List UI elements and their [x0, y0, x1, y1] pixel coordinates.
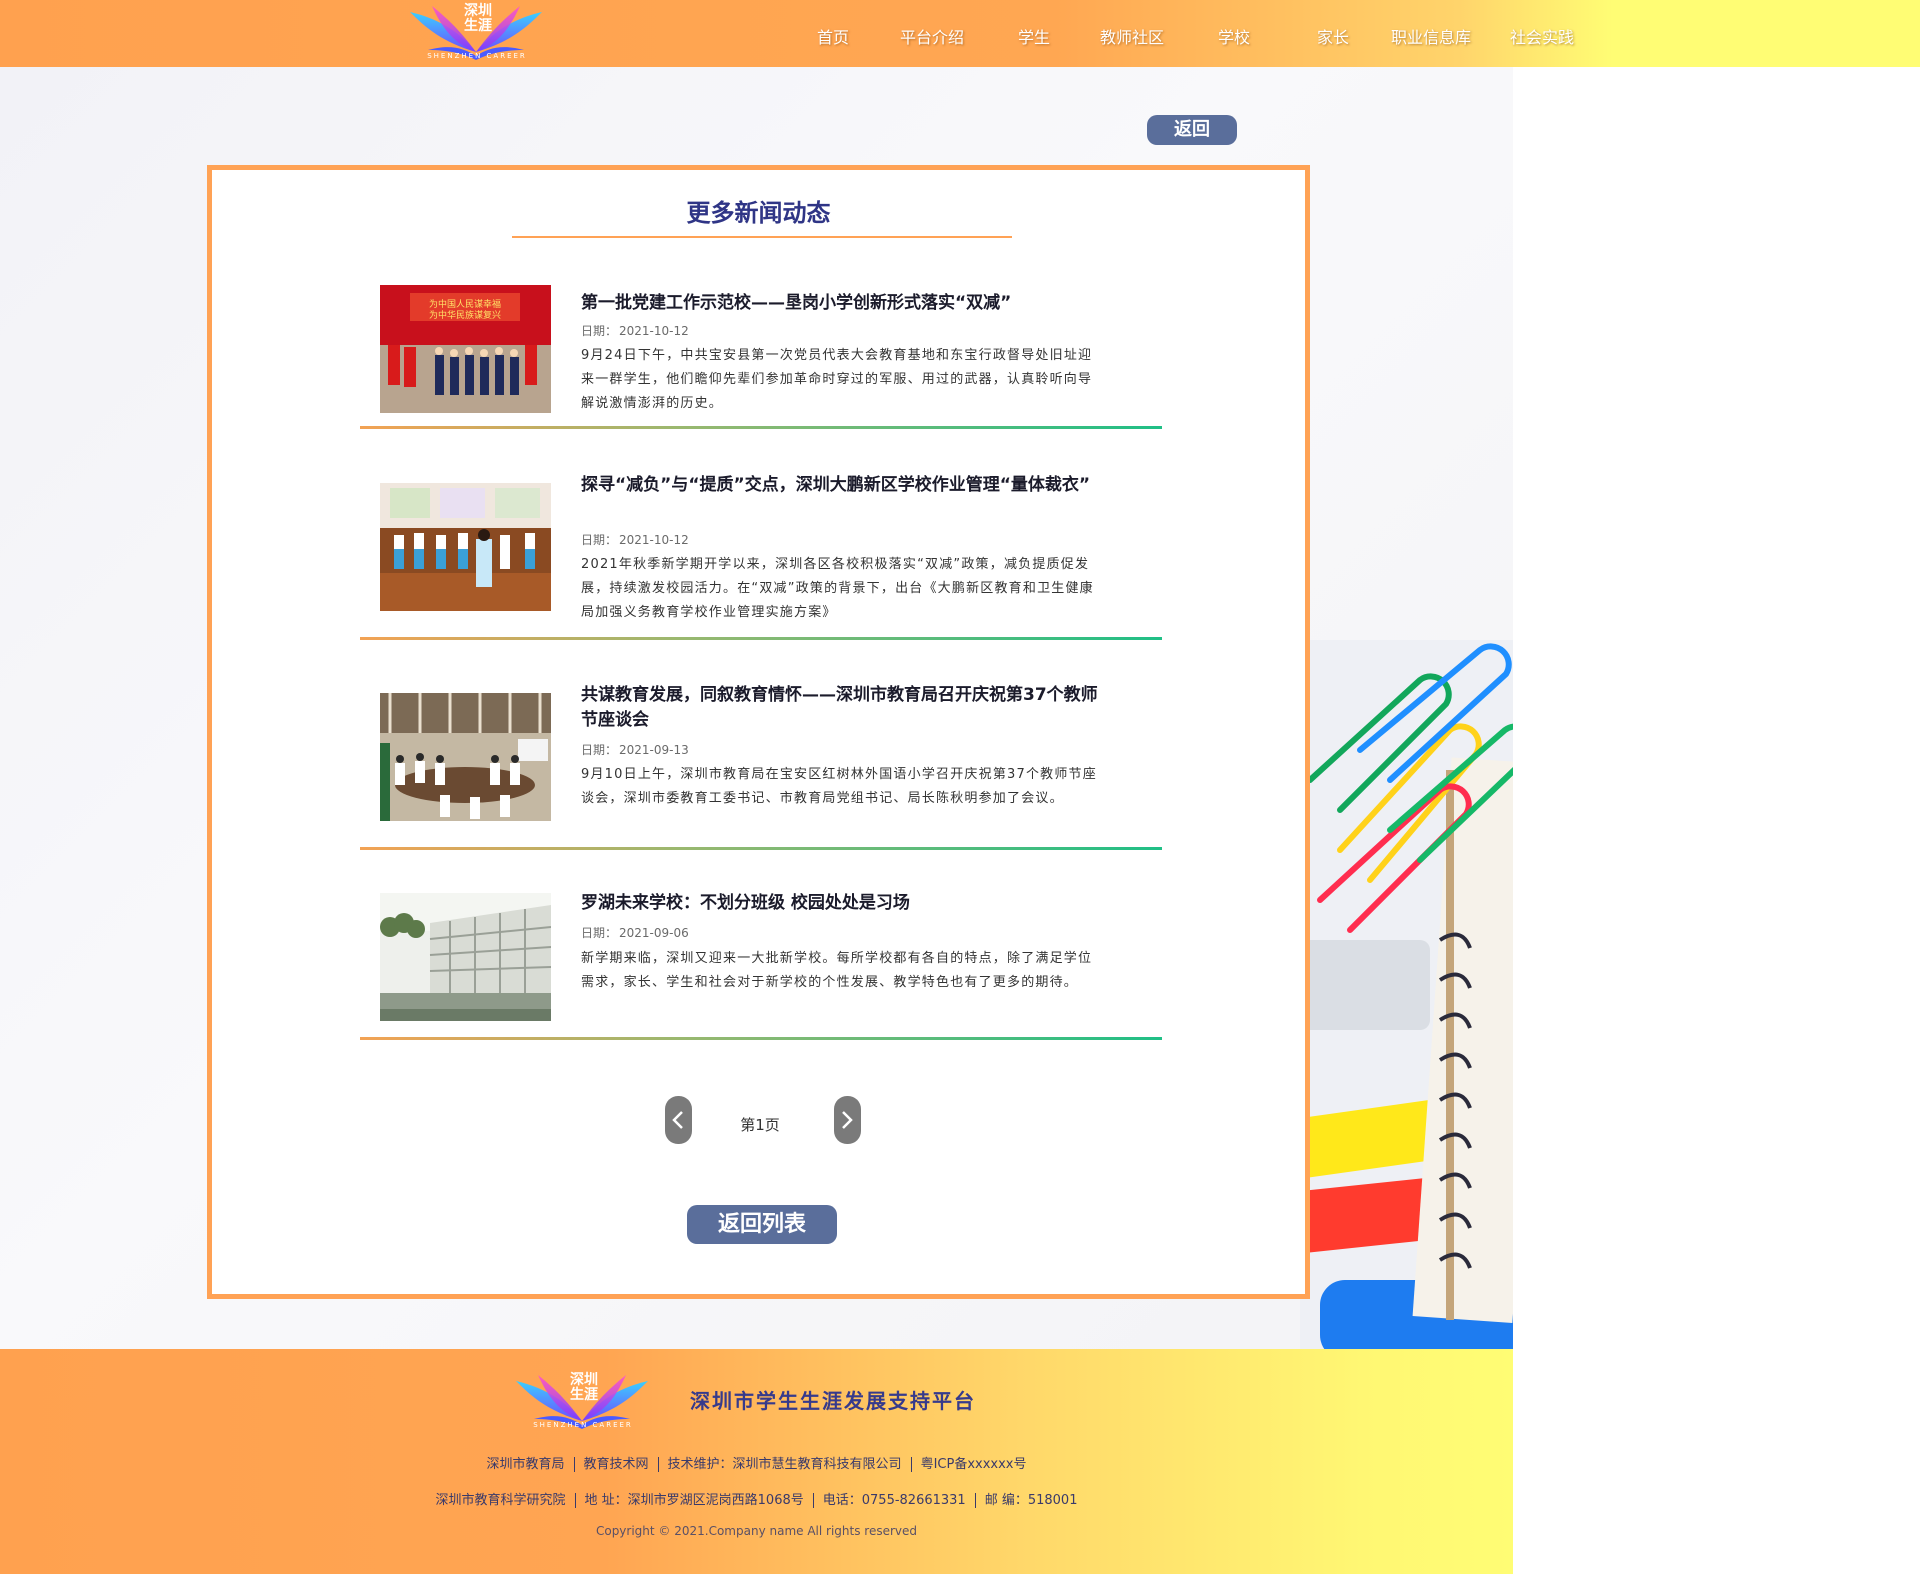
nav-platform-intro[interactable]: 平台介绍 [900, 24, 964, 48]
chevron-right-icon [842, 1111, 853, 1129]
news-title[interactable]: 探寻“减负”与“提质”交点，深圳大鹏新区学校作业管理“量体裁衣” [581, 473, 1101, 498]
back-button[interactable]: 返回 [1147, 115, 1237, 145]
news-date: 日期： 2021-10-12 [581, 322, 689, 339]
chevron-left-icon [672, 1111, 683, 1129]
site-logo[interactable]: 深圳生涯 SHENZHEN CAREER [406, 0, 546, 64]
meeting-room-photo-icon [380, 693, 551, 821]
news-separator [360, 426, 1162, 429]
news-summary: 2021年秋季新学期开学以来，深圳各区各校积极落实“双减”政策，减负提质促发展，… [581, 557, 1094, 620]
svg-text:为中国人民谋幸福: 为中国人民谋幸福 [429, 298, 501, 310]
date-value: 2021-09-13 [619, 743, 689, 757]
date-label: 日期： [581, 324, 618, 338]
school-building-photo-icon [380, 893, 551, 1021]
footer-icp[interactable]: 粤ICP备xxxxxx号 [921, 1457, 1027, 1472]
news-thumbnail[interactable] [380, 693, 551, 821]
title-underline [512, 236, 1012, 238]
footer-postcode: 邮 编：518001 [984, 1493, 1078, 1508]
date-label: 日期： [581, 743, 618, 757]
footer-logo-text-cn: 深圳生涯 [570, 1372, 598, 1403]
date-label: 日期： [581, 926, 618, 940]
footer-address: 地 址：深圳市罗湖区泥岗西路1068号 [584, 1493, 804, 1508]
date-label: 日期： [581, 533, 618, 547]
news-title[interactable]: 罗湖未来学校：不划分班级 校园处处是习场 [581, 891, 1101, 916]
news-date: 日期： 2021-09-06 [581, 924, 689, 941]
footer-contact-row: 深圳市教育科学研究院 地 址：深圳市罗湖区泥岗西路1068号 电话：0755-826… [0, 1489, 1513, 1508]
party-building-event-photo-icon: 为中国人民谋幸福 为中华民族谋复兴 [380, 285, 551, 413]
news-title[interactable]: 第一批党建工作示范校——垦岗小学创新形式落实“双减” [581, 291, 1101, 316]
return-list-button[interactable]: 返回列表 [687, 1205, 837, 1244]
nav-social-practice[interactable]: 社会实践 [1510, 24, 1574, 48]
next-page-button[interactable] [834, 1096, 861, 1144]
footer-phone: 电话：0755-82661331 [822, 1493, 966, 1508]
stationery-decoration [1300, 640, 1513, 1349]
footer-link-research-institute[interactable]: 深圳市教育科学研究院 [436, 1493, 566, 1508]
svg-text:为中华民族谋复兴: 为中华民族谋复兴 [429, 309, 501, 321]
news-date: 日期： 2021-10-12 [581, 531, 689, 548]
top-header: 深圳生涯 SHENZHEN CAREER 首页 平台介绍 学生 教师社区 学校 … [0, 0, 1920, 67]
footer-link-education-bureau[interactable]: 深圳市教育局 [487, 1457, 565, 1472]
news-summary: 9月10日上午，深圳市教育局在宝安区红树林外国语小学召开庆祝第37个教师节座谈会… [581, 767, 1097, 806]
nav-teacher-community[interactable]: 教师社区 [1100, 24, 1164, 48]
news-panel: 更多新闻动态 为中国人民谋幸福 为中华民族谋复兴 第一批党建工作示范校——垦岗小… [207, 165, 1310, 1299]
footer-platform-name: 深圳市学生生涯发展支持平台 [690, 1389, 976, 1413]
page-indicator: 第1页 [740, 1116, 780, 1134]
date-value: 2021-10-12 [619, 533, 689, 547]
date-value: 2021-09-06 [619, 926, 689, 940]
news-separator [360, 637, 1162, 640]
date-value: 2021-10-12 [619, 324, 689, 338]
news-summary: 新学期来临，深圳又迎来一大批新学校。每所学校都有各自的特点，除了满足学位需求，家… [581, 951, 1093, 990]
logo-text-cn: 深圳生涯 [464, 3, 492, 34]
nav-career-library[interactable]: 职业信息库 [1391, 24, 1471, 48]
footer-links-row: 深圳市教育局 教育技术网 技术维护：深圳市慧生教育科技有限公司 粤ICP备xxxxxx… [0, 1453, 1513, 1472]
news-title[interactable]: 共谋教育发展，同叙教育情怀——深圳市教育局召开庆祝第37个教师节座谈会 [581, 683, 1101, 733]
students-classroom-photo-icon [380, 483, 551, 611]
prev-page-button[interactable] [665, 1096, 692, 1144]
nav-schools[interactable]: 学校 [1218, 24, 1250, 48]
nav-home[interactable]: 首页 [817, 24, 849, 48]
footer-tech-support: 技术维护：深圳市慧生教育科技有限公司 [667, 1457, 902, 1472]
nav-students[interactable]: 学生 [1018, 24, 1050, 48]
footer-logo-text-en: SHENZHEN CAREER [533, 1421, 633, 1429]
news-separator [360, 1037, 1162, 1040]
news-thumbnail[interactable]: 为中国人民谋幸福 为中华民族谋复兴 [380, 285, 551, 413]
footer-copyright: Copyright © 2021.Company name All rights… [595, 1524, 918, 1538]
panel-title: 更多新闻动态 [686, 199, 831, 227]
news-summary: 9月24日下午，中共宝安县第一次党员代表大会教育基地和东宝行政督导处旧址迎来一群… [581, 348, 1093, 411]
news-thumbnail[interactable] [380, 483, 551, 611]
logo-text-en: SHENZHEN CAREER [427, 52, 527, 60]
footer-logo: 深圳生涯 SHENZHEN CAREER [512, 1369, 652, 1433]
site-footer: 深圳生涯 SHENZHEN CAREER 深圳市学生生涯发展支持平台 深圳市教育… [0, 1349, 1513, 1574]
nav-parents[interactable]: 家长 [1317, 24, 1349, 48]
news-date: 日期： 2021-09-13 [581, 741, 689, 758]
footer-link-edu-tech-network[interactable]: 教育技术网 [584, 1457, 649, 1472]
news-thumbnail[interactable] [380, 893, 551, 1021]
news-separator [360, 847, 1162, 850]
